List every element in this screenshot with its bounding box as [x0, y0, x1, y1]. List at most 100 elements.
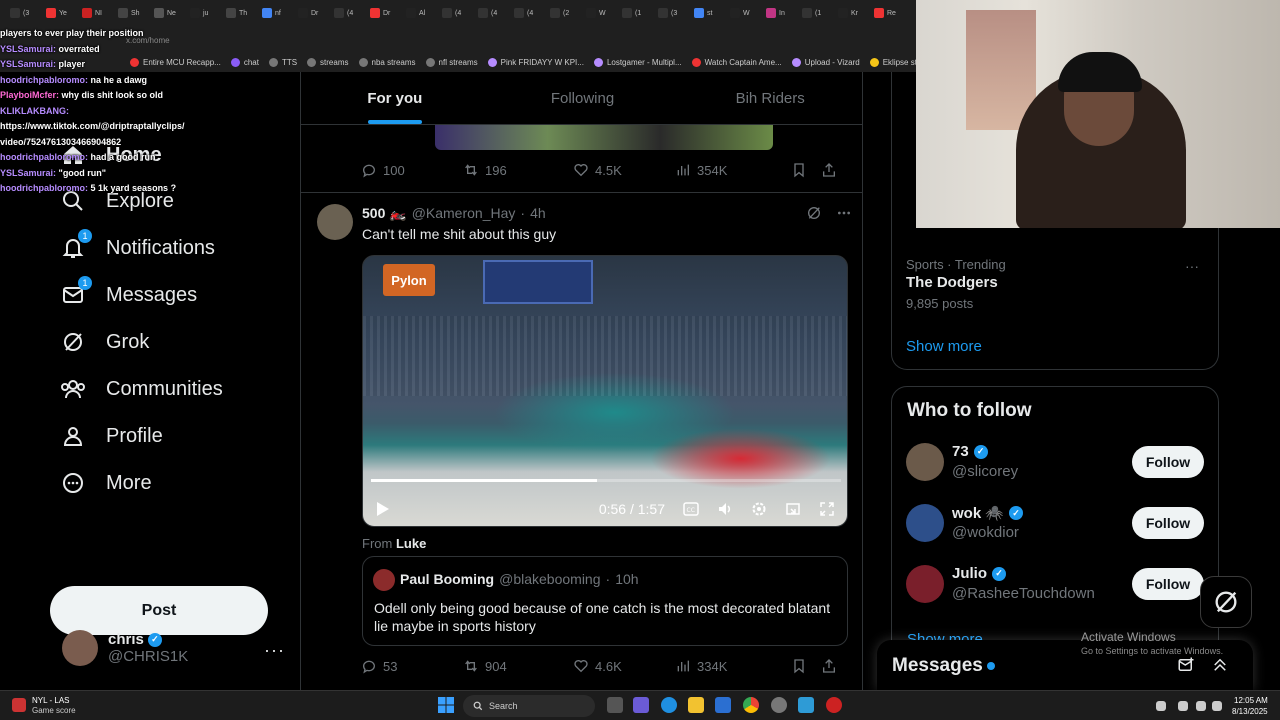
copilot-icon[interactable] [633, 697, 649, 713]
nav-grok[interactable]: Grok [60, 329, 149, 355]
file-explorer-icon[interactable] [688, 697, 704, 713]
browser-tab[interactable]: nf [256, 2, 292, 24]
tab-bih-riders[interactable]: Bih Riders [676, 72, 862, 124]
task-view-icon[interactable] [607, 697, 623, 713]
repost-button[interactable]: 196 [463, 162, 573, 178]
reply-button[interactable]: 100 [361, 162, 463, 178]
browser-tab[interactable]: (4 [508, 2, 544, 24]
browser-tab[interactable]: Kr [832, 2, 868, 24]
share-button[interactable] [821, 658, 837, 674]
account-more-icon[interactable]: ··· [264, 640, 285, 661]
follow-button[interactable]: Follow [1132, 568, 1204, 600]
store-icon[interactable] [715, 697, 731, 713]
bookmark-button[interactable] [791, 162, 821, 178]
video-progress-bar[interactable] [371, 479, 841, 482]
nav-more[interactable]: More [60, 470, 152, 496]
tray-chevron-icon[interactable] [1156, 701, 1166, 711]
clock-date[interactable]: 8/13/2025 [1232, 707, 1268, 716]
browser-tab[interactable]: Dr [364, 2, 400, 24]
browser-tab[interactable]: Dr [292, 2, 328, 24]
bookmark-item[interactable]: Eklipse studio [869, 57, 916, 67]
follow-suggestion[interactable]: 73 ✓ @slicorey Follow [906, 443, 1206, 483]
app-icon-2[interactable] [798, 697, 814, 713]
browser-tab[interactable]: (1 [796, 2, 832, 24]
nav-messages[interactable]: 1 Messages [60, 276, 197, 308]
trend-more-icon[interactable]: ··· [1185, 258, 1199, 274]
browser-tab[interactable]: (4 [328, 2, 364, 24]
like-button[interactable]: 4.6K [573, 658, 675, 674]
browser-tab[interactable]: W [580, 2, 616, 24]
account-switcher[interactable]: chris ✓ @CHRIS1K [62, 630, 188, 666]
edge-icon[interactable] [661, 697, 677, 713]
settings-gear-icon[interactable] [751, 501, 767, 517]
views-button[interactable]: 354K [675, 162, 791, 178]
weather-widget-icon[interactable] [12, 698, 26, 712]
new-message-icon[interactable] [1177, 656, 1195, 679]
browser-tab[interactable]: W [724, 2, 760, 24]
browser-tab[interactable]: (4 [472, 2, 508, 24]
reply-button[interactable]: 53 [361, 658, 463, 674]
bookmark-item[interactable]: Watch Captain Ame... [691, 57, 782, 67]
picture-in-picture-icon[interactable] [785, 501, 801, 517]
chrome-icon[interactable] [743, 697, 759, 713]
bookmark-item[interactable]: Upload - Vizard [791, 57, 860, 67]
captions-icon[interactable]: CC [683, 501, 699, 517]
bookmark-button[interactable] [791, 658, 821, 674]
previous-tweet-media[interactable] [435, 125, 773, 150]
play-icon[interactable] [375, 501, 391, 517]
trend-title[interactable]: The Dodgers [906, 274, 998, 291]
bookmark-item[interactable]: Lostgamer - Multipl... [593, 57, 682, 67]
app-icon[interactable] [771, 697, 787, 713]
tweet-timestamp[interactable]: 4h [530, 205, 546, 222]
browser-tab[interactable]: Al [400, 2, 436, 24]
browser-tab[interactable]: ju [184, 2, 220, 24]
bookmark-item[interactable]: nba streams [358, 57, 416, 67]
fullscreen-icon[interactable] [819, 501, 835, 517]
browser-tab[interactable]: Re [868, 2, 904, 24]
browser-tab[interactable]: (2 [544, 2, 580, 24]
clock-time[interactable]: 12:05 AM [1234, 696, 1268, 705]
follow-suggestion[interactable]: Julio ✓ @RasheeTouchdown Follow [906, 565, 1206, 605]
browser-tab[interactable]: Th [220, 2, 256, 24]
bookmark-item[interactable]: nfl streams [425, 57, 478, 67]
views-button[interactable]: 334K [675, 658, 791, 674]
browser-tab[interactable]: NI [76, 2, 112, 24]
opera-icon[interactable] [826, 697, 842, 713]
browser-tab[interactable]: In [760, 2, 796, 24]
tweet-author-handle[interactable]: @Kameron_Hay [412, 205, 516, 222]
widget-title[interactable]: NYL - LAS [32, 696, 70, 705]
windows-start-icon[interactable] [438, 697, 454, 713]
volume-icon[interactable] [717, 501, 733, 517]
trends-show-more-link[interactable]: Show more [906, 338, 982, 355]
browser-tab[interactable]: (4 [436, 2, 472, 24]
post-button[interactable]: Post [50, 586, 268, 635]
grok-explain-icon[interactable] [806, 205, 822, 221]
quoted-tweet[interactable]: Paul Booming @blakebooming · 10h Odell o… [362, 556, 848, 646]
video-player[interactable]: Pylon 0:56 / 1:57 CC [362, 255, 848, 527]
browser-tab[interactable]: st [688, 2, 724, 24]
grok-floating-button[interactable] [1200, 576, 1252, 628]
bookmark-item[interactable]: streams [307, 57, 349, 67]
microphone-icon[interactable] [1178, 701, 1188, 711]
follow-button[interactable]: Follow [1132, 507, 1204, 539]
network-icon[interactable] [1196, 701, 1206, 711]
bookmark-item[interactable]: Pink FRIDAYY W KPI... [487, 57, 584, 67]
nav-notifications[interactable]: 1 Notifications [60, 229, 215, 261]
taskbar-search[interactable]: Search [463, 695, 595, 717]
more-options-icon[interactable] [836, 205, 852, 221]
nav-profile[interactable]: Profile [60, 423, 163, 449]
browser-tab[interactable]: Ye [40, 2, 76, 24]
follow-suggestion[interactable]: wok 🕷️ ✓ @wokdior Follow [906, 504, 1206, 544]
tweet-author-name[interactable]: 500 🏍️ [362, 205, 407, 222]
expand-drawer-icon[interactable] [1211, 656, 1229, 679]
share-button[interactable] [821, 162, 837, 178]
tab-following[interactable]: Following [489, 72, 677, 124]
speaker-icon[interactable] [1212, 701, 1222, 711]
browser-tab[interactable]: (3 [652, 2, 688, 24]
avatar[interactable] [317, 204, 353, 240]
from-user-link[interactable]: Luke [396, 536, 426, 551]
repost-button[interactable]: 904 [463, 658, 573, 674]
browser-tab[interactable]: (1 [616, 2, 652, 24]
browser-tab[interactable]: Ne [148, 2, 184, 24]
nav-communities[interactable]: Communities [60, 376, 223, 402]
